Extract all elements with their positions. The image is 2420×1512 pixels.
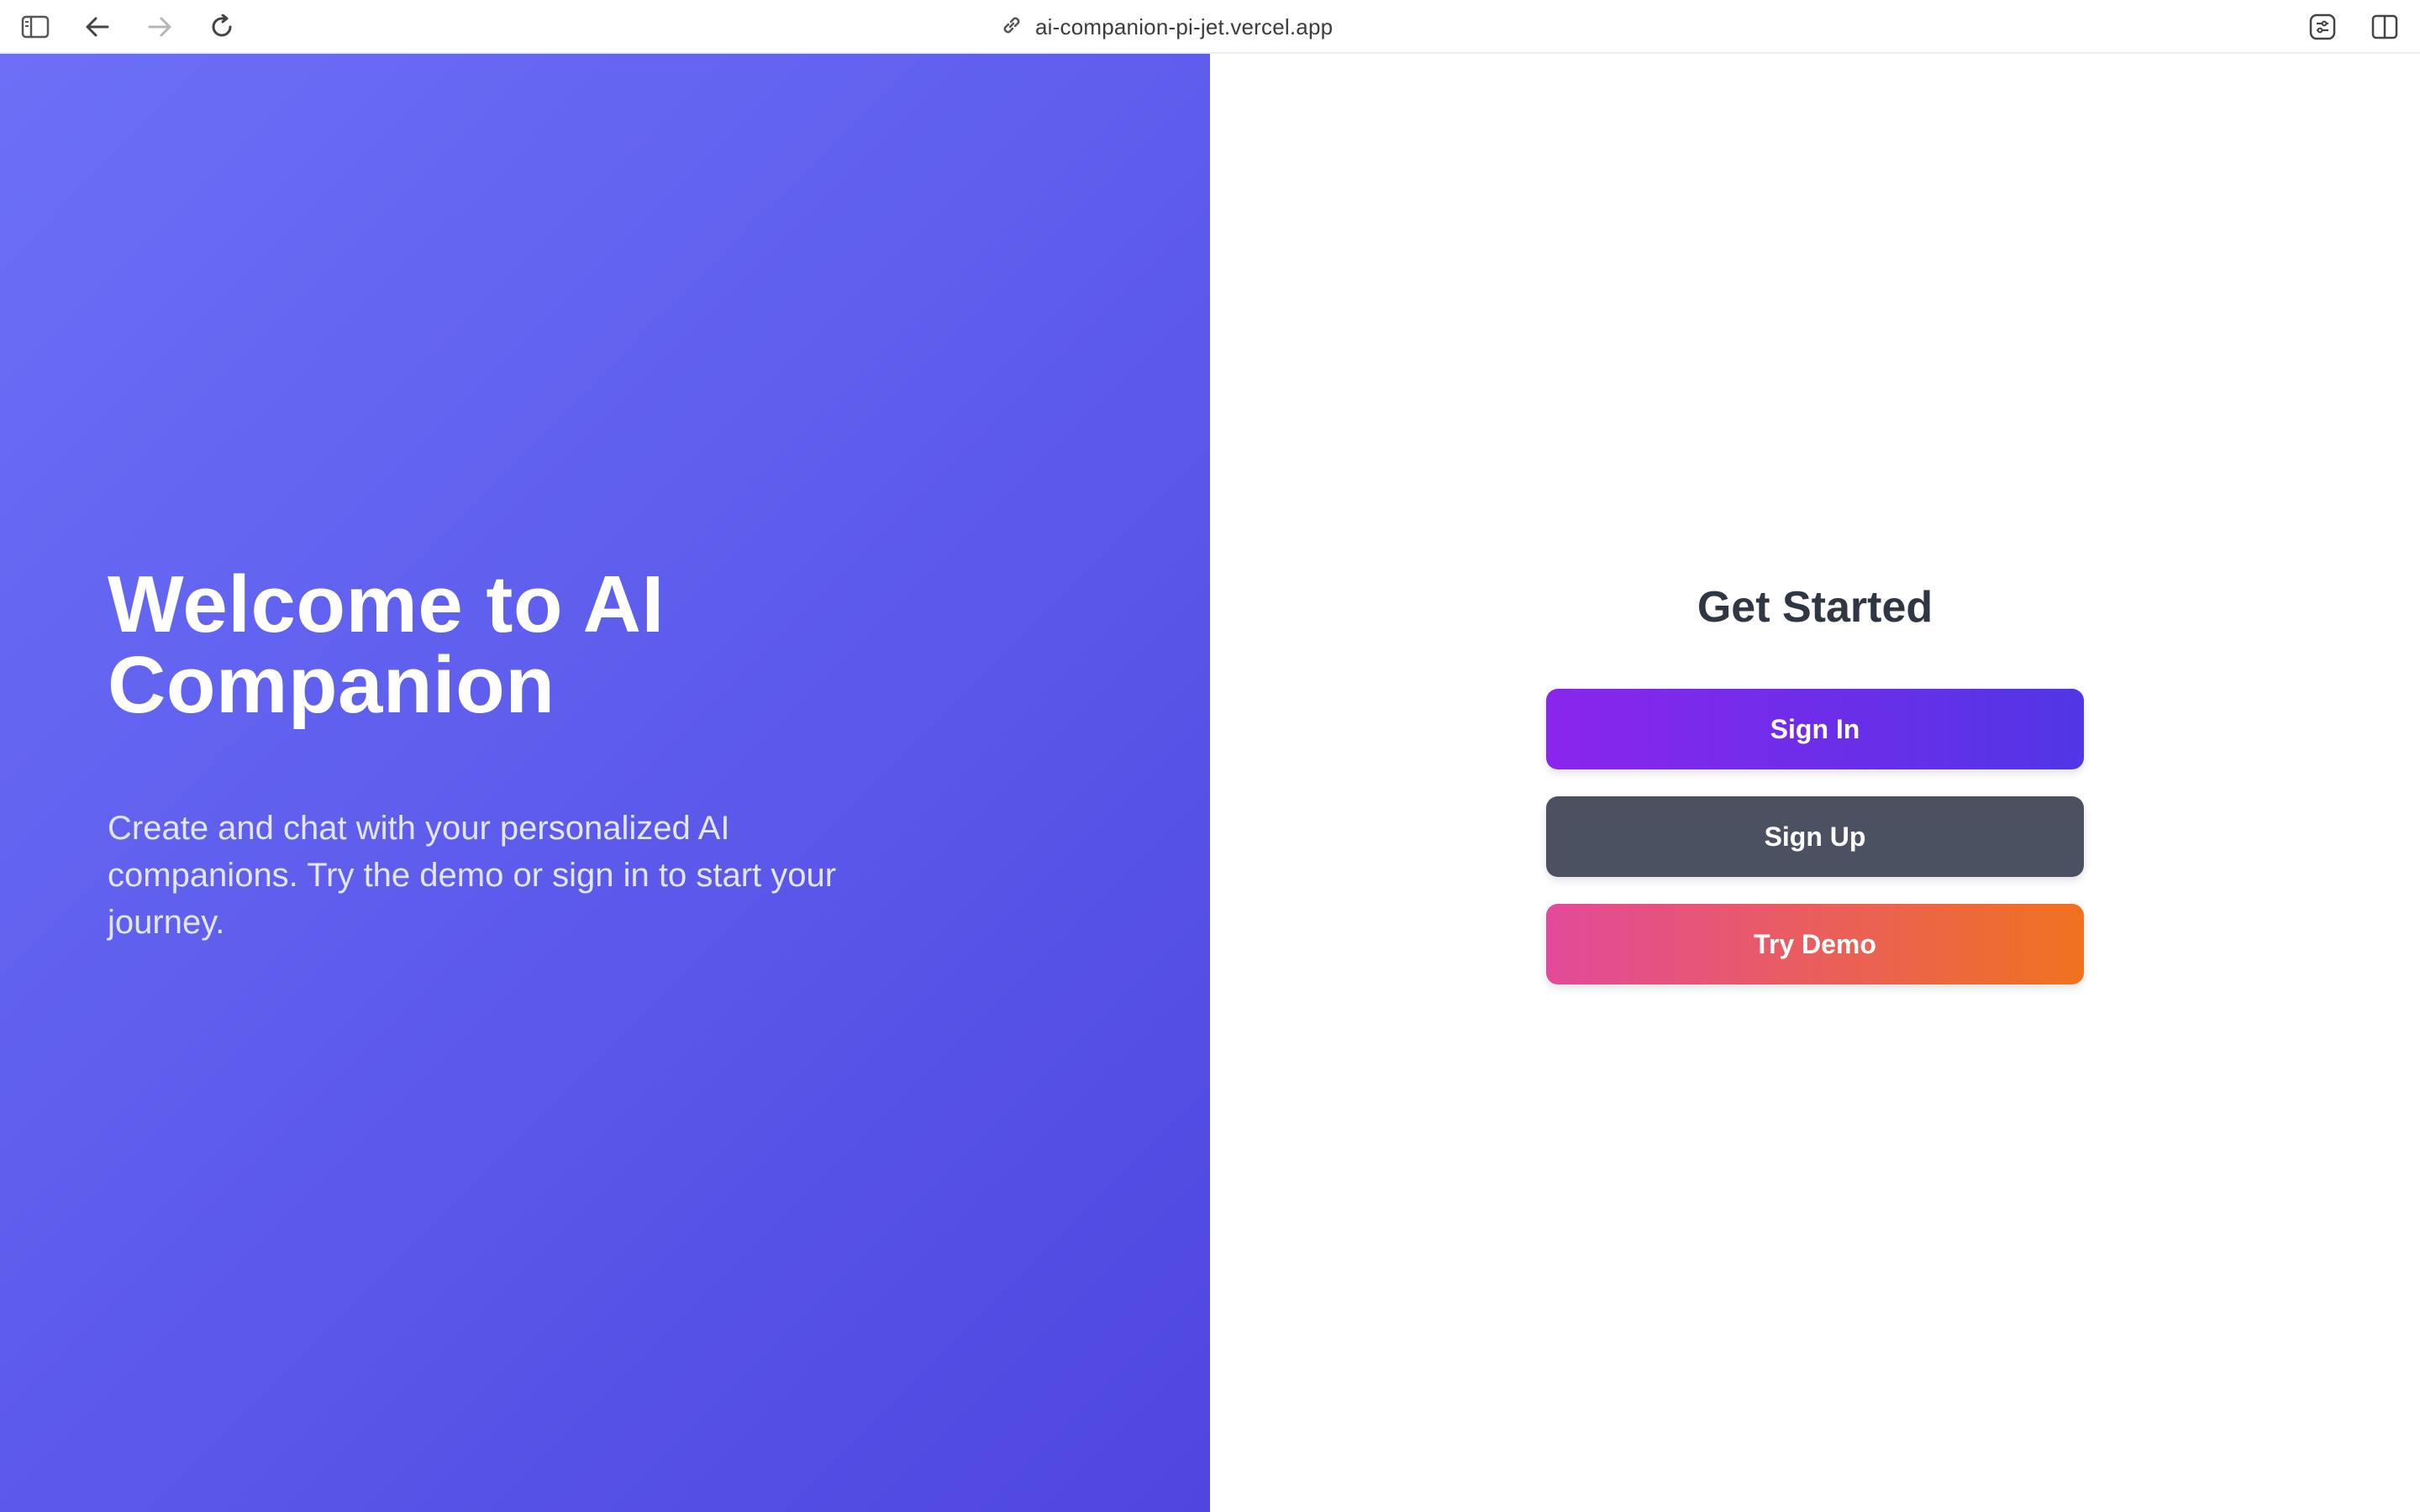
address-bar[interactable]: ai-companion-pi-jet.vercel.app bbox=[1000, 8, 1333, 45]
auth-panel bbox=[1210, 54, 2420, 1512]
extensions-icon[interactable] bbox=[2306, 10, 2339, 44]
sidebar-toggle-icon[interactable] bbox=[18, 10, 52, 44]
forward-arrow-icon[interactable] bbox=[143, 10, 176, 44]
browser-toolbar: ai-companion-pi-jet.vercel.app bbox=[0, 0, 2420, 54]
get-started-heading: Get Started bbox=[1697, 583, 1933, 632]
split-view-icon[interactable] bbox=[2368, 10, 2402, 44]
sign-up-button[interactable]: Sign Up bbox=[1546, 796, 2084, 877]
link-icon bbox=[1000, 13, 1023, 41]
hero-title: Welcome to AI Companion bbox=[108, 559, 665, 730]
hero-panel bbox=[0, 54, 1210, 1512]
sign-in-button[interactable]: Sign In bbox=[1546, 689, 2084, 769]
back-arrow-icon[interactable] bbox=[81, 10, 114, 44]
hero-subtitle: Create and chat with your personalized A… bbox=[108, 810, 837, 941]
reload-icon[interactable] bbox=[205, 10, 239, 44]
try-demo-button[interactable]: Try Demo bbox=[1546, 904, 2084, 984]
url-text: ai-companion-pi-jet.vercel.app bbox=[1035, 13, 1334, 39]
